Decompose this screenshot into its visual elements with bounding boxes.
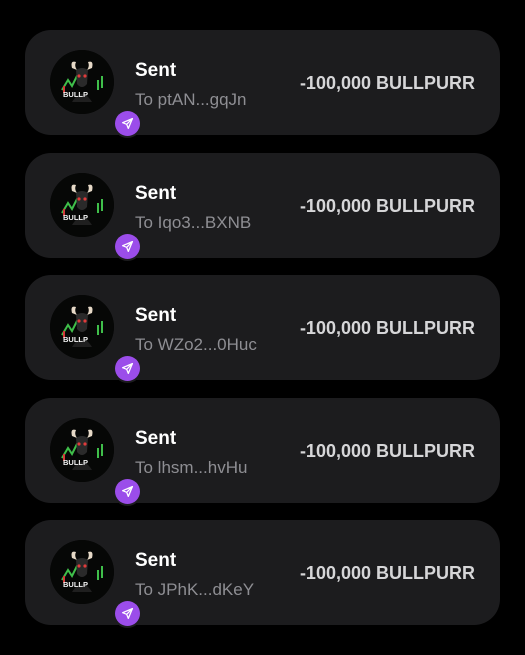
send-badge (115, 479, 140, 504)
transaction-title: Sent (135, 550, 177, 571)
transaction-amount: -100,000 BULLPURR (299, 196, 475, 216)
transaction-amount: -100,000 BULLPURR (299, 73, 475, 93)
bull-logo-icon: BULLP (50, 173, 114, 237)
send-arrow-icon (121, 607, 134, 620)
token-avatar: BULLP (50, 540, 140, 626)
transaction-amount: -100,000 BULLPURR (299, 441, 475, 461)
token-avatar: BULLP (50, 295, 140, 381)
transaction-title: Sent (135, 60, 177, 81)
send-badge (115, 234, 140, 259)
token-logo-text: BULLP (63, 213, 88, 222)
send-arrow-icon (121, 362, 134, 375)
token-logo-text: BULLP (63, 458, 88, 467)
transaction-recipient: To JPhK...dKeY (135, 580, 255, 599)
transaction-title: Sent (135, 305, 177, 326)
bull-logo-icon: BULLP (50, 50, 114, 114)
transaction-row[interactable]: BULLP Sent To WZo2...0Huc -100,000 BULLP… (25, 275, 500, 381)
transaction-row[interactable]: BULLP Sent To JPhK...dKeY -100,000 BULLP… (25, 520, 500, 626)
transaction-recipient: To ptAN...gqJn (135, 90, 247, 109)
send-badge (115, 111, 140, 136)
send-arrow-icon (121, 117, 134, 130)
transaction-list: BULLP Sent To ptAN...gqJn -100,000 BULLP… (0, 0, 525, 655)
transaction-amount: -100,000 BULLPURR (299, 318, 475, 338)
token-logo-text: BULLP (63, 90, 88, 99)
transaction-row[interactable]: BULLP Sent To Iqo3...BXNB -100,000 BULLP… (25, 153, 500, 259)
token-avatar: BULLP (50, 418, 140, 504)
transaction-row[interactable]: BULLP Sent To ptAN...gqJn -100,000 BULLP… (25, 30, 500, 136)
token-avatar: BULLP (50, 173, 140, 259)
transaction-row[interactable]: BULLP Sent To lhsm...hvHu -100,000 BULLP… (25, 398, 500, 504)
bull-logo-icon: BULLP (50, 295, 114, 359)
transaction-recipient: To Iqo3...BXNB (135, 213, 252, 232)
send-badge (115, 601, 140, 626)
transaction-recipient: To lhsm...hvHu (135, 458, 248, 477)
send-arrow-icon (121, 485, 134, 498)
token-logo-text: BULLP (63, 335, 88, 344)
bull-logo-icon: BULLP (50, 540, 114, 604)
transaction-amount: -100,000 BULLPURR (299, 563, 475, 583)
token-logo-text: BULLP (63, 580, 88, 589)
bull-logo-icon: BULLP (50, 418, 114, 482)
transaction-title: Sent (135, 428, 177, 449)
token-avatar: BULLP (50, 50, 140, 136)
send-badge (115, 356, 140, 381)
transaction-title: Sent (135, 183, 177, 204)
send-arrow-icon (121, 240, 134, 253)
transaction-recipient: To WZo2...0Huc (135, 335, 257, 354)
